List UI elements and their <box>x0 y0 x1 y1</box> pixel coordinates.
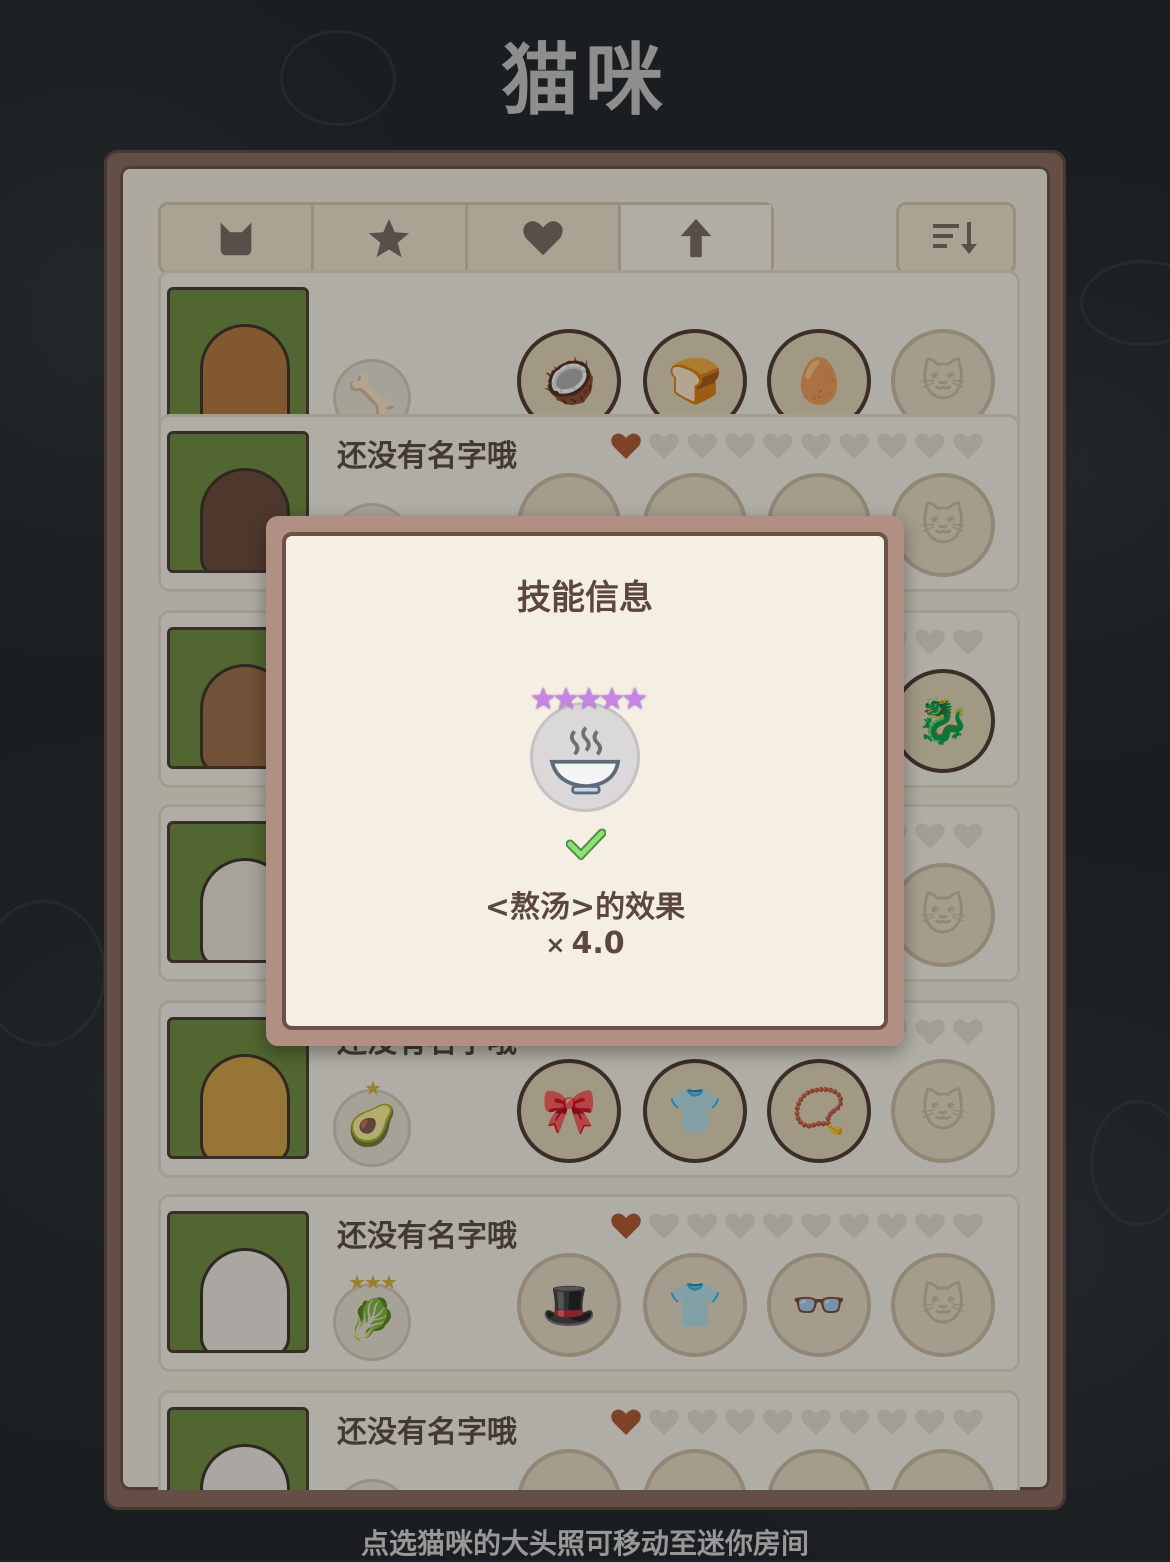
soup-bowl-icon <box>530 702 640 812</box>
modal-title: 技能信息 <box>517 578 653 618</box>
skill-effect-text: <熬汤>的效果 <box>484 890 686 925</box>
skill-multiplier: × 4.0 <box>286 926 884 961</box>
multiplier-symbol: × <box>545 931 566 959</box>
skill-info-card: 技能信息 ★ ★ ★ ★ ★ <熬汤>的效果 × 4.0 <box>282 532 888 1030</box>
skill-info-modal[interactable]: 技能信息 ★ ★ ★ ★ ★ <熬汤>的效果 × 4.0 <box>266 516 904 1046</box>
check-icon <box>566 828 606 860</box>
multiplier-value: 4.0 <box>571 926 625 961</box>
skill-star-rating: ★ ★ ★ ★ ★ <box>530 682 649 717</box>
star-icon: ★ <box>621 682 649 717</box>
